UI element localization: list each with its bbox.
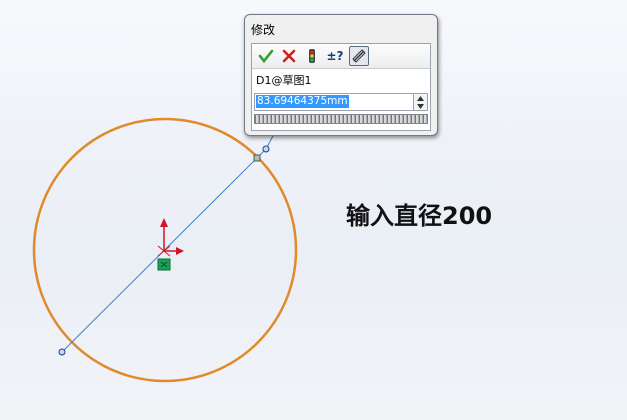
accept-button[interactable] <box>256 46 276 66</box>
check-icon <box>258 49 274 64</box>
dimension-name: D1@草图1 <box>256 74 312 87</box>
modify-dimension-dialog[interactable]: 修改 ±? D1@草图1 83.69464375mm <box>244 14 438 136</box>
dimension-endpoint-upper[interactable] <box>262 145 270 153</box>
dialog-title: 修改 <box>251 23 276 37</box>
value-thumbwheel[interactable] <box>254 114 428 124</box>
dimension-endpoint-lower[interactable] <box>58 348 66 356</box>
dimension-value-input[interactable]: 83.69464375mm <box>254 93 428 111</box>
rebuild-button[interactable] <box>302 46 322 66</box>
cross-icon <box>282 49 296 63</box>
tolerance-button[interactable]: ±? <box>325 46 345 66</box>
dimension-value-text[interactable]: 83.69464375mm <box>256 95 349 108</box>
instruction-annotation: 输入直径200 <box>346 202 493 230</box>
rebuild-icon <box>309 49 315 63</box>
tolerance-icon: ±? <box>326 49 344 63</box>
circle-center-point[interactable] <box>157 258 171 271</box>
spin-down-button[interactable] <box>413 102 427 110</box>
dialog-toolbar: ±? <box>252 44 430 69</box>
mark-dimension-button[interactable] <box>349 46 369 66</box>
circle-grip-point[interactable] <box>253 154 261 162</box>
chevron-up-icon <box>417 95 424 101</box>
dialog-panel: ±? D1@草图1 83.69464375mm <box>251 43 431 131</box>
origin-icon <box>157 218 184 257</box>
chevron-down-icon <box>417 103 424 109</box>
reject-button[interactable] <box>279 46 299 66</box>
mark-dimension-icon <box>352 49 366 63</box>
